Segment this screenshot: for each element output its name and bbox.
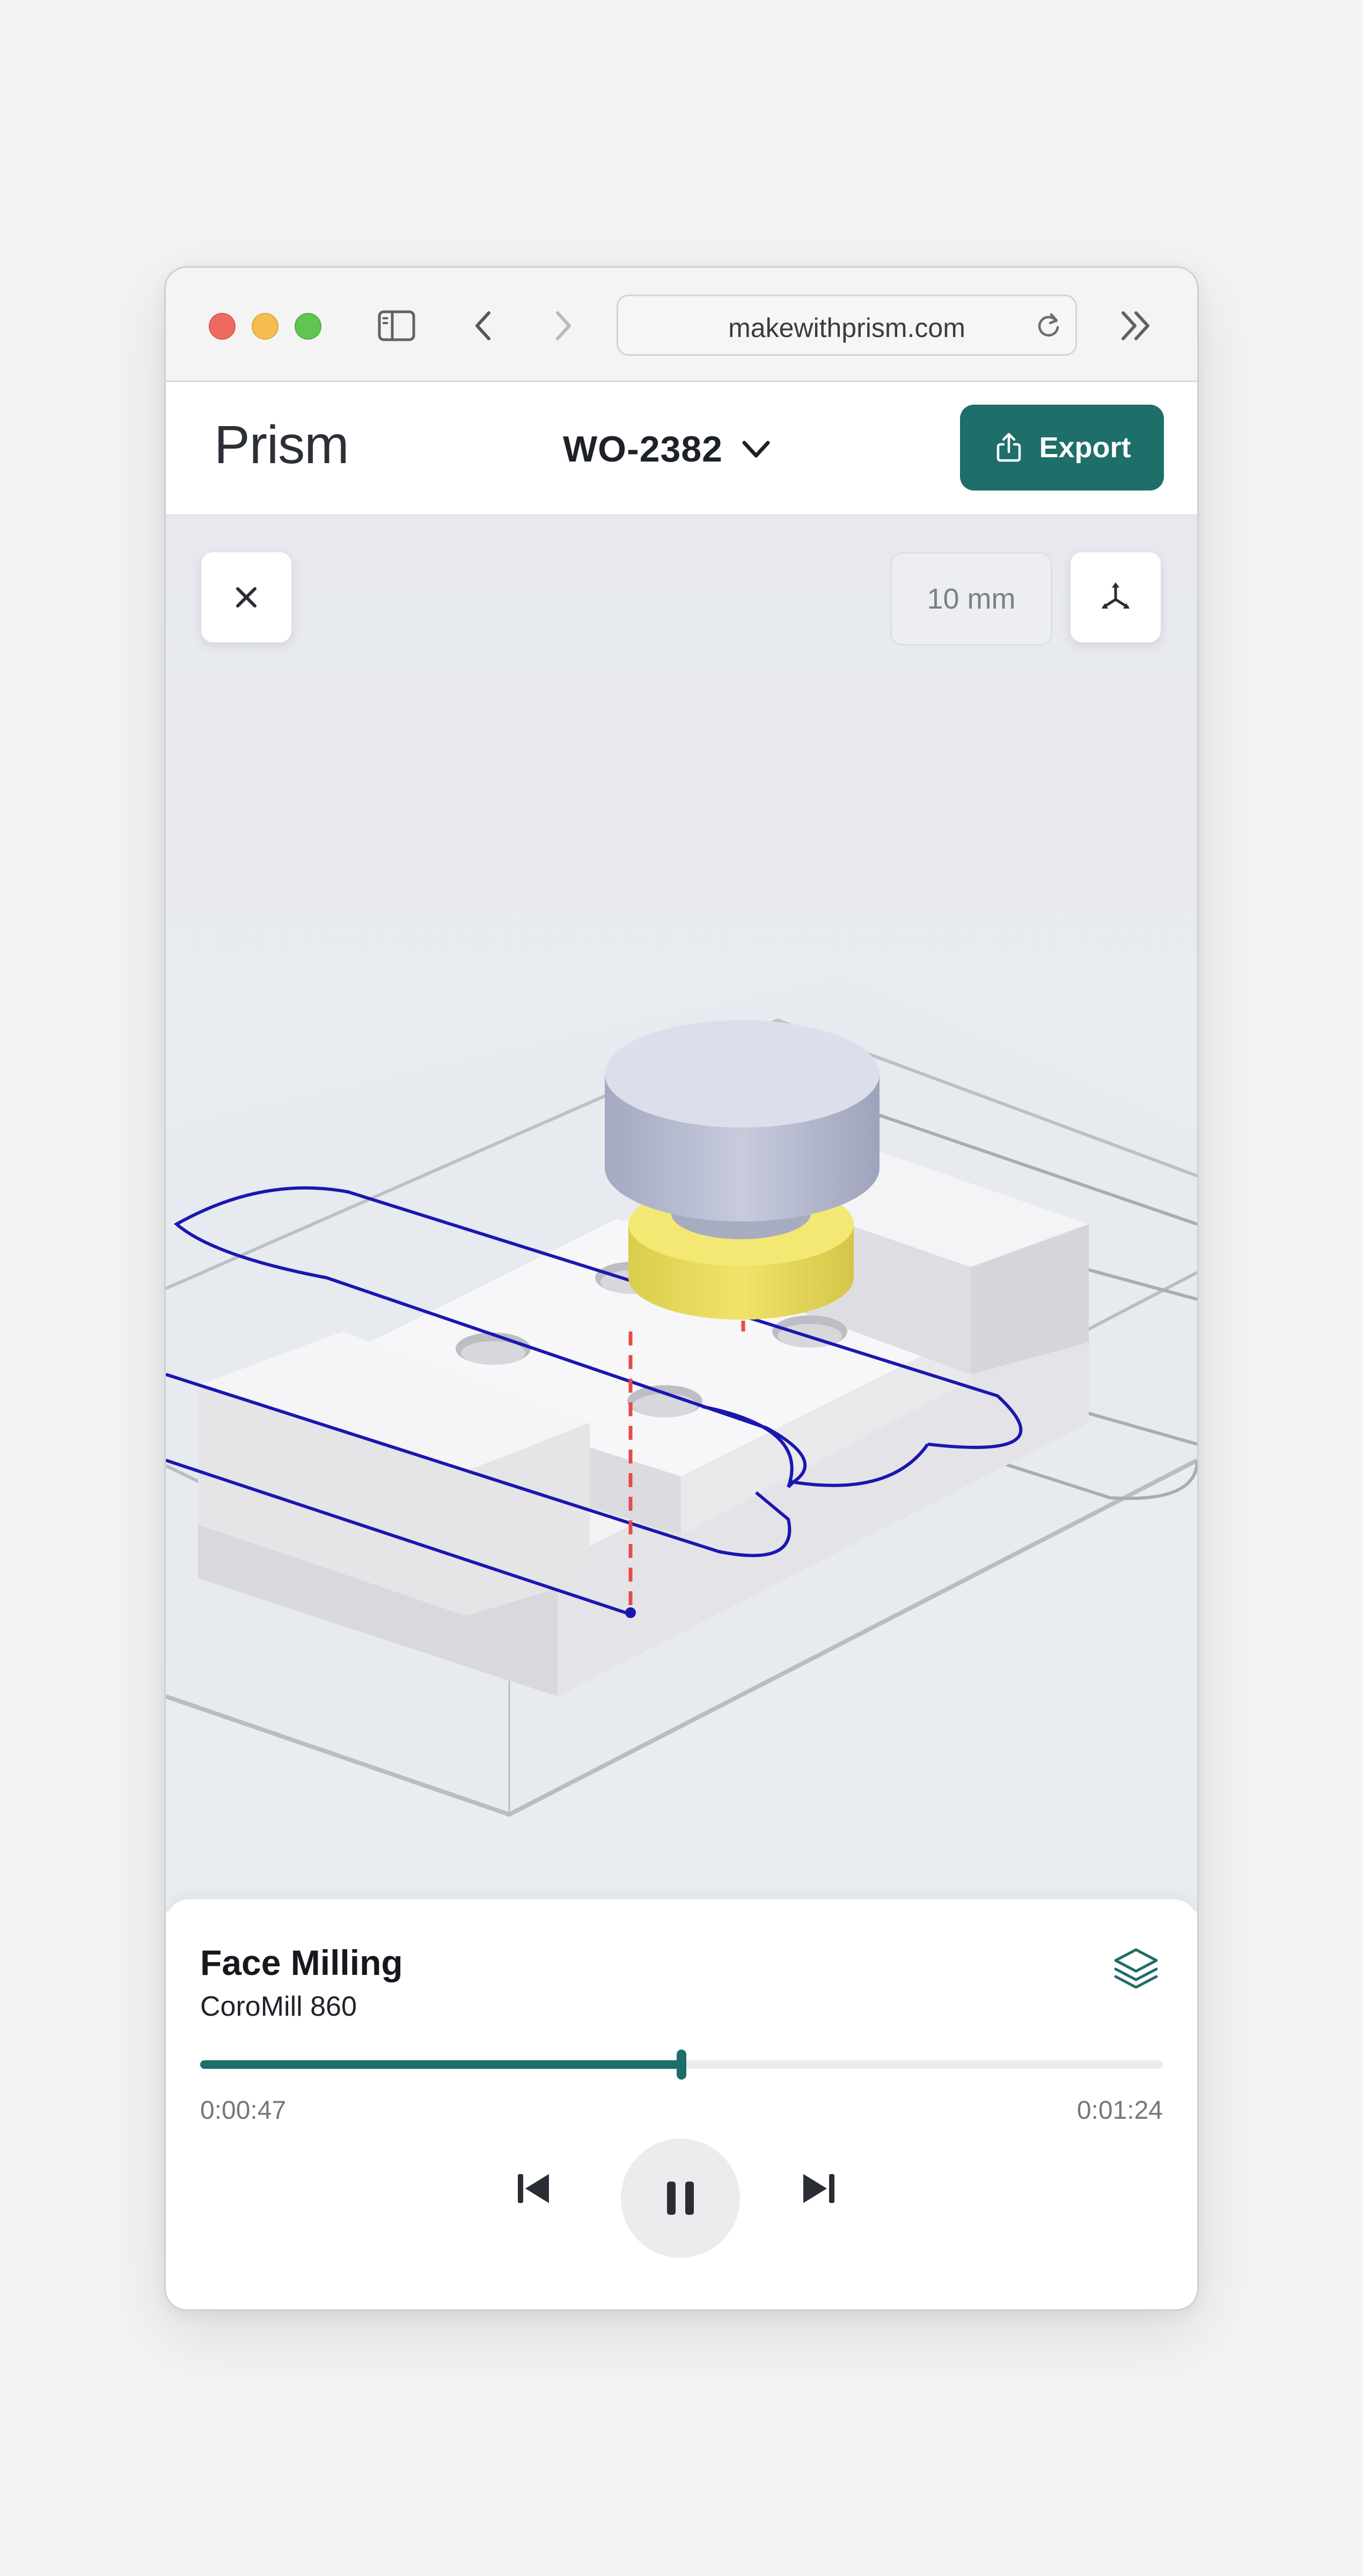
axes-icon: [1102, 582, 1130, 609]
operation-panel: Face Milling CoroMill 860 0:00:47 0:01:2…: [166, 1899, 1197, 2309]
app-header: Prism WO-2382 Export: [166, 382, 1197, 516]
total-time: 0:01:24: [1076, 2096, 1163, 2125]
scale-indicator: 10 mm: [890, 552, 1052, 646]
3d-viewport[interactable]: 10 mm: [166, 516, 1197, 1911]
url-text: makewithprism.com: [728, 313, 965, 343]
work-order-selector[interactable]: WO-2382: [563, 420, 773, 479]
address-bar[interactable]: makewithprism.com: [617, 295, 1077, 356]
skip-back-icon[interactable]: [509, 2164, 558, 2213]
export-button[interactable]: Export: [960, 405, 1164, 491]
axes-view-button[interactable]: [1071, 552, 1161, 642]
pause-icon: [667, 2182, 694, 2215]
close-window-button[interactable]: [209, 313, 236, 340]
minimize-window-button[interactable]: [252, 313, 279, 340]
share-icon: [997, 433, 1021, 462]
playback-progress[interactable]: [200, 2050, 1163, 2080]
current-time: 0:00:47: [200, 2096, 287, 2125]
layers-icon[interactable]: [1109, 1942, 1163, 1996]
operation-title: Face Milling: [200, 1943, 403, 1982]
work-order-label: WO-2382: [563, 429, 723, 470]
tool-position-marker: [625, 1607, 636, 1618]
browser-toolbar: makewithprism.com: [166, 268, 1197, 382]
toolpath-scene: [166, 977, 1197, 1817]
tool-name: CoroMill 860: [200, 1991, 357, 2022]
browser-window: makewithprism.com Prism WO-2382 Export 1…: [164, 266, 1199, 2311]
pause-button[interactable]: [621, 2139, 740, 2258]
chevron-down-icon: [742, 441, 770, 458]
reload-icon[interactable]: [1034, 310, 1064, 340]
back-icon[interactable]: [464, 305, 505, 346]
export-label: Export: [1039, 431, 1131, 464]
sidebar-icon[interactable]: [376, 305, 417, 346]
progress-handle[interactable]: [677, 2050, 686, 2080]
maximize-window-button[interactable]: [295, 313, 321, 340]
forward-icon[interactable]: [541, 305, 582, 346]
close-viewport-button[interactable]: [201, 552, 291, 642]
cutting-tool: [605, 1020, 880, 1320]
extensions-icon[interactable]: [1117, 305, 1157, 346]
progress-fill: [200, 2060, 682, 2069]
close-icon: [236, 587, 257, 608]
prism-logo[interactable]: Prism: [214, 414, 349, 476]
skip-forward-icon[interactable]: [795, 2164, 843, 2213]
